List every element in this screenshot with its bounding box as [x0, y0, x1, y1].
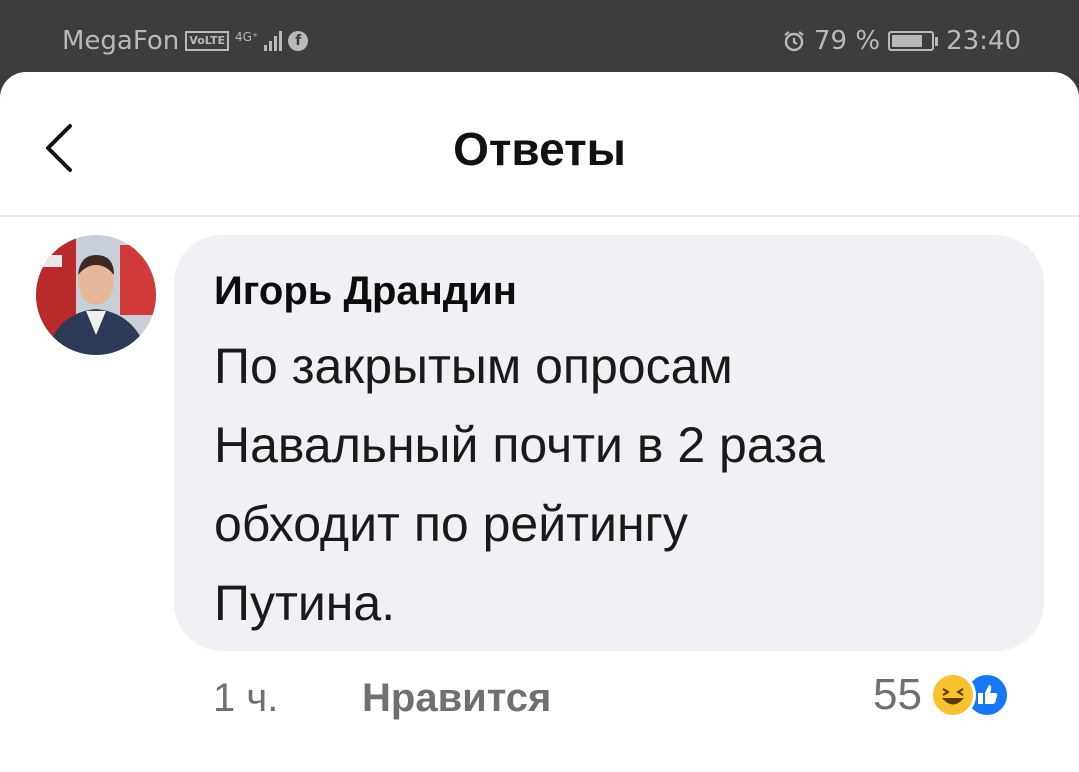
clock: 23:40: [946, 26, 1021, 56]
reactions-summary[interactable]: 55: [873, 670, 1010, 720]
volte-badge: VoLTE: [185, 31, 229, 51]
comment-text: По закрытым опросам Навальный почти в 2 …: [214, 338, 825, 631]
comment-bubble: Игорь Драндин По закрытым опросам Наваль…: [174, 235, 1044, 651]
page-title: Ответы: [453, 123, 626, 175]
battery-icon: [888, 31, 939, 51]
battery-percent: 79 %: [814, 26, 881, 56]
carrier-name: MegaFon: [62, 26, 180, 56]
like-button[interactable]: Нравится: [362, 676, 551, 721]
reaction-count: 55: [873, 670, 922, 719]
signal-icon: [264, 31, 283, 51]
status-left: MegaFon VoLTE 4G⁺ f: [62, 26, 309, 56]
avatar[interactable]: [36, 235, 156, 355]
header: Ответы: [0, 72, 1079, 217]
replies-sheet: Ответы Игорь Драндин По закрытым опросам…: [0, 72, 1079, 772]
avatar-image: [36, 235, 156, 355]
network-type: 4G⁺: [234, 30, 259, 44]
status-bar: MegaFon VoLTE 4G⁺ f 79 % 23:40: [0, 0, 1079, 75]
haha-reaction-icon: [929, 672, 976, 718]
status-right: 79 % 23:40: [782, 26, 1021, 56]
comment-author[interactable]: Игорь Драндин: [214, 269, 517, 314]
facebook-notification-icon: f: [288, 31, 309, 51]
alarm-icon: [784, 31, 804, 52]
comment-timestamp: 1 ч.: [213, 676, 279, 720]
